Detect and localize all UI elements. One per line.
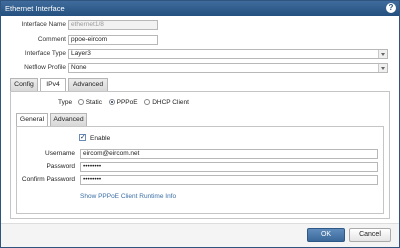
- confirm-password-input[interactable]: ••••••••: [80, 175, 378, 185]
- username-input[interactable]: eircom@eircom.net: [80, 149, 378, 159]
- radio-pppoe[interactable]: [108, 99, 115, 106]
- radio-static[interactable]: [77, 99, 84, 106]
- radio-static-label: Static: [85, 99, 102, 106]
- netflow-profile-select[interactable]: None: [68, 63, 388, 73]
- tab-advanced[interactable]: Advanced: [68, 78, 108, 92]
- help-icon[interactable]: ?: [386, 3, 396, 13]
- subtab-advanced[interactable]: Advanced: [50, 113, 87, 127]
- dialog-footer: OK Cancel: [1, 223, 399, 247]
- tab-ipv4[interactable]: IPv4: [40, 78, 66, 92]
- radio-pppoe-label: PPPoE: [116, 99, 138, 106]
- type-label: Type: [58, 99, 73, 106]
- netflow-profile-row: Netflow Profile None: [1, 63, 399, 73]
- interface-type-value: Layer3: [71, 50, 91, 57]
- password-label: Password: [46, 163, 75, 170]
- comment-field[interactable]: ppoe-eircom: [68, 35, 158, 45]
- interface-name-row: Interface Name ethernet1/8: [1, 20, 399, 30]
- subtab-general[interactable]: General: [16, 113, 48, 127]
- ok-button[interactable]: OK: [307, 228, 345, 242]
- interface-name-label: Interface Name: [21, 21, 66, 28]
- netflow-profile-value: None: [71, 64, 87, 71]
- ipv4-panel: Type Static PPPoE DHCP Client General Ad…: [10, 91, 390, 219]
- enable-label: Enable: [90, 135, 111, 142]
- netflow-profile-label: Netflow Profile: [24, 64, 66, 71]
- runtime-info-link[interactable]: Show PPPoE Client Runtime Info: [80, 193, 176, 200]
- dialog-titlebar: Ethernet Interface ?: [1, 1, 399, 16]
- type-radio-group: Type Static PPPoE DHCP Client: [58, 99, 189, 106]
- interface-name-field: ethernet1/8: [68, 20, 158, 30]
- comment-row: Comment ppoe-eircom: [1, 35, 399, 45]
- radio-dhcp-client-label: DHCP Client: [152, 99, 189, 106]
- ipv4-subtabs: General Advanced: [16, 113, 116, 127]
- interface-type-label: Interface Type: [24, 50, 66, 57]
- cancel-button[interactable]: Cancel: [349, 228, 391, 242]
- chevron-down-icon[interactable]: [378, 64, 387, 72]
- interface-type-row: Interface Type Layer3: [1, 49, 399, 59]
- password-input[interactable]: ••••••••: [80, 162, 378, 172]
- dialog-title: Ethernet Interface: [5, 4, 65, 13]
- radio-dhcp-client[interactable]: [144, 99, 151, 106]
- enable-checkbox[interactable]: [79, 133, 86, 141]
- comment-label: Comment: [37, 36, 66, 43]
- ethernet-interface-dialog: Ethernet Interface ? Interface Name ethe…: [0, 0, 400, 248]
- confirm-password-label: Confirm Password: [21, 176, 75, 183]
- general-panel: Enable Username eircom@eircom.net Passwo…: [16, 126, 384, 214]
- interface-type-select[interactable]: Layer3: [68, 49, 388, 59]
- tab-config[interactable]: Config: [10, 78, 38, 92]
- chevron-down-icon[interactable]: [378, 50, 387, 58]
- username-label: Username: [45, 150, 75, 157]
- main-tabs: Config IPv4 Advanced: [10, 78, 120, 92]
